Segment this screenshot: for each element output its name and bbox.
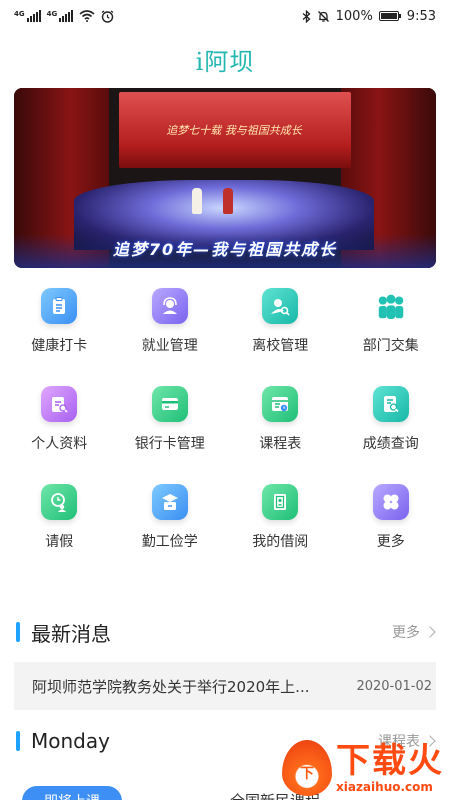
chevron-right-icon	[424, 626, 436, 638]
news-more-label: 更多	[392, 625, 420, 641]
news-more-link[interactable]: 更多	[392, 622, 436, 642]
grade-search-icon	[372, 386, 409, 422]
news-heading: 最新消息	[16, 618, 111, 647]
upcoming-class-button[interactable]: 即将上课	[22, 786, 122, 800]
group-icon	[373, 288, 409, 324]
menu-item-label: 离校管理	[252, 338, 309, 354]
function-grid: 健康打卡 就业管理 离校管理 部门交集 个人资料 银行卡管理 课程表 成绩查询 …	[0, 288, 450, 556]
news-section-title: 最新消息	[31, 621, 111, 646]
watermark-text: 下载火 xiazaihuo.com	[336, 742, 444, 794]
menu-item-my-borrowing[interactable]: 我的借阅	[225, 484, 336, 556]
section-accent-bar	[16, 622, 20, 642]
battery-icon	[378, 11, 401, 21]
more-grid-icon	[372, 484, 409, 520]
menu-item-health-checkin[interactable]: 健康打卡	[4, 288, 115, 360]
menu-item-leave-school[interactable]: 离校管理	[225, 288, 336, 360]
menu-item-more[interactable]: 更多	[336, 484, 447, 556]
status-bar: 4G 4G 100% 9:53	[0, 0, 450, 32]
menu-item-label: 更多	[376, 534, 405, 550]
headset-user-icon	[151, 288, 188, 324]
schedule-icon	[262, 386, 299, 422]
wifi-icon	[79, 10, 95, 22]
menu-item-timetable[interactable]: 课程表	[225, 386, 336, 458]
cell-signal-icon: 4G	[14, 10, 41, 22]
book-icon	[262, 484, 299, 520]
profile-doc-icon	[41, 386, 78, 422]
news-item-date: 2020-01-02	[356, 678, 432, 694]
work-study-icon	[151, 484, 188, 520]
menu-item-label: 银行卡管理	[134, 436, 205, 452]
status-right: 100% 9:53	[302, 9, 436, 24]
bank-card-icon	[151, 386, 188, 422]
watermark-badge: 下	[300, 766, 314, 782]
menu-item-bank-card[interactable]: 银行卡管理	[115, 386, 226, 458]
menu-item-label: 我的借阅	[252, 534, 309, 550]
cell-signal-icon: 4G	[47, 10, 74, 22]
schedule-heading: Monday	[16, 729, 110, 753]
menu-item-employment[interactable]: 就业管理	[115, 288, 226, 360]
leave-clock-icon	[41, 484, 78, 520]
menu-item-work-study[interactable]: 勤工俭学	[115, 484, 226, 556]
section-accent-bar	[16, 731, 20, 751]
menu-item-department[interactable]: 部门交集	[336, 288, 447, 360]
menu-item-leave-request[interactable]: 请假	[4, 484, 115, 556]
battery-percent: 100%	[335, 8, 373, 24]
menu-item-label: 请假	[45, 534, 74, 550]
menu-item-label: 个人资料	[31, 436, 88, 452]
watermark-brand: 下载火	[336, 741, 444, 781]
clipboard-icon	[41, 288, 78, 324]
news-item-title: 阿坝师范学院教务处关于举行2020年上...	[32, 677, 310, 696]
menu-item-label: 勤工俭学	[141, 534, 198, 550]
menu-item-profile[interactable]: 个人资料	[4, 386, 115, 458]
user-search-icon	[262, 288, 299, 324]
news-list-item[interactable]: 阿坝师范学院教务处关于举行2020年上... 2020-01-02	[14, 662, 436, 710]
schedule-day-title: Monday	[31, 729, 110, 753]
clock: 9:53	[406, 8, 436, 24]
alarm-icon	[101, 9, 114, 23]
banner-screen-text: 追梦七十载 我与祖国共成长	[166, 124, 302, 137]
flame-download-icon: 下	[282, 740, 332, 796]
app-title: i阿坝	[195, 48, 255, 76]
menu-item-label: 健康打卡	[31, 338, 88, 354]
menu-item-label: 就业管理	[141, 338, 198, 354]
banner-slogan: 追梦70年—我与祖国共成长	[112, 240, 338, 259]
mute-bell-icon	[317, 10, 329, 22]
status-left: 4G 4G	[14, 9, 114, 23]
watermark-logo: 下 下载火 xiazaihuo.com	[282, 740, 444, 796]
menu-item-grades[interactable]: 成绩查询	[336, 386, 447, 458]
menu-item-label: 成绩查询	[362, 436, 419, 452]
menu-item-label: 课程表	[259, 436, 302, 452]
banner-carousel[interactable]: 追梦七十载 我与祖国共成长 追梦70年—我与祖国共成长	[14, 88, 436, 268]
news-section-header: 最新消息 更多	[0, 617, 450, 647]
menu-item-label: 部门交集	[362, 338, 419, 354]
watermark-url: xiazaihuo.com	[336, 780, 433, 794]
performer-figure	[192, 188, 202, 214]
bluetooth-icon	[302, 9, 311, 23]
performer-figure	[223, 188, 233, 214]
